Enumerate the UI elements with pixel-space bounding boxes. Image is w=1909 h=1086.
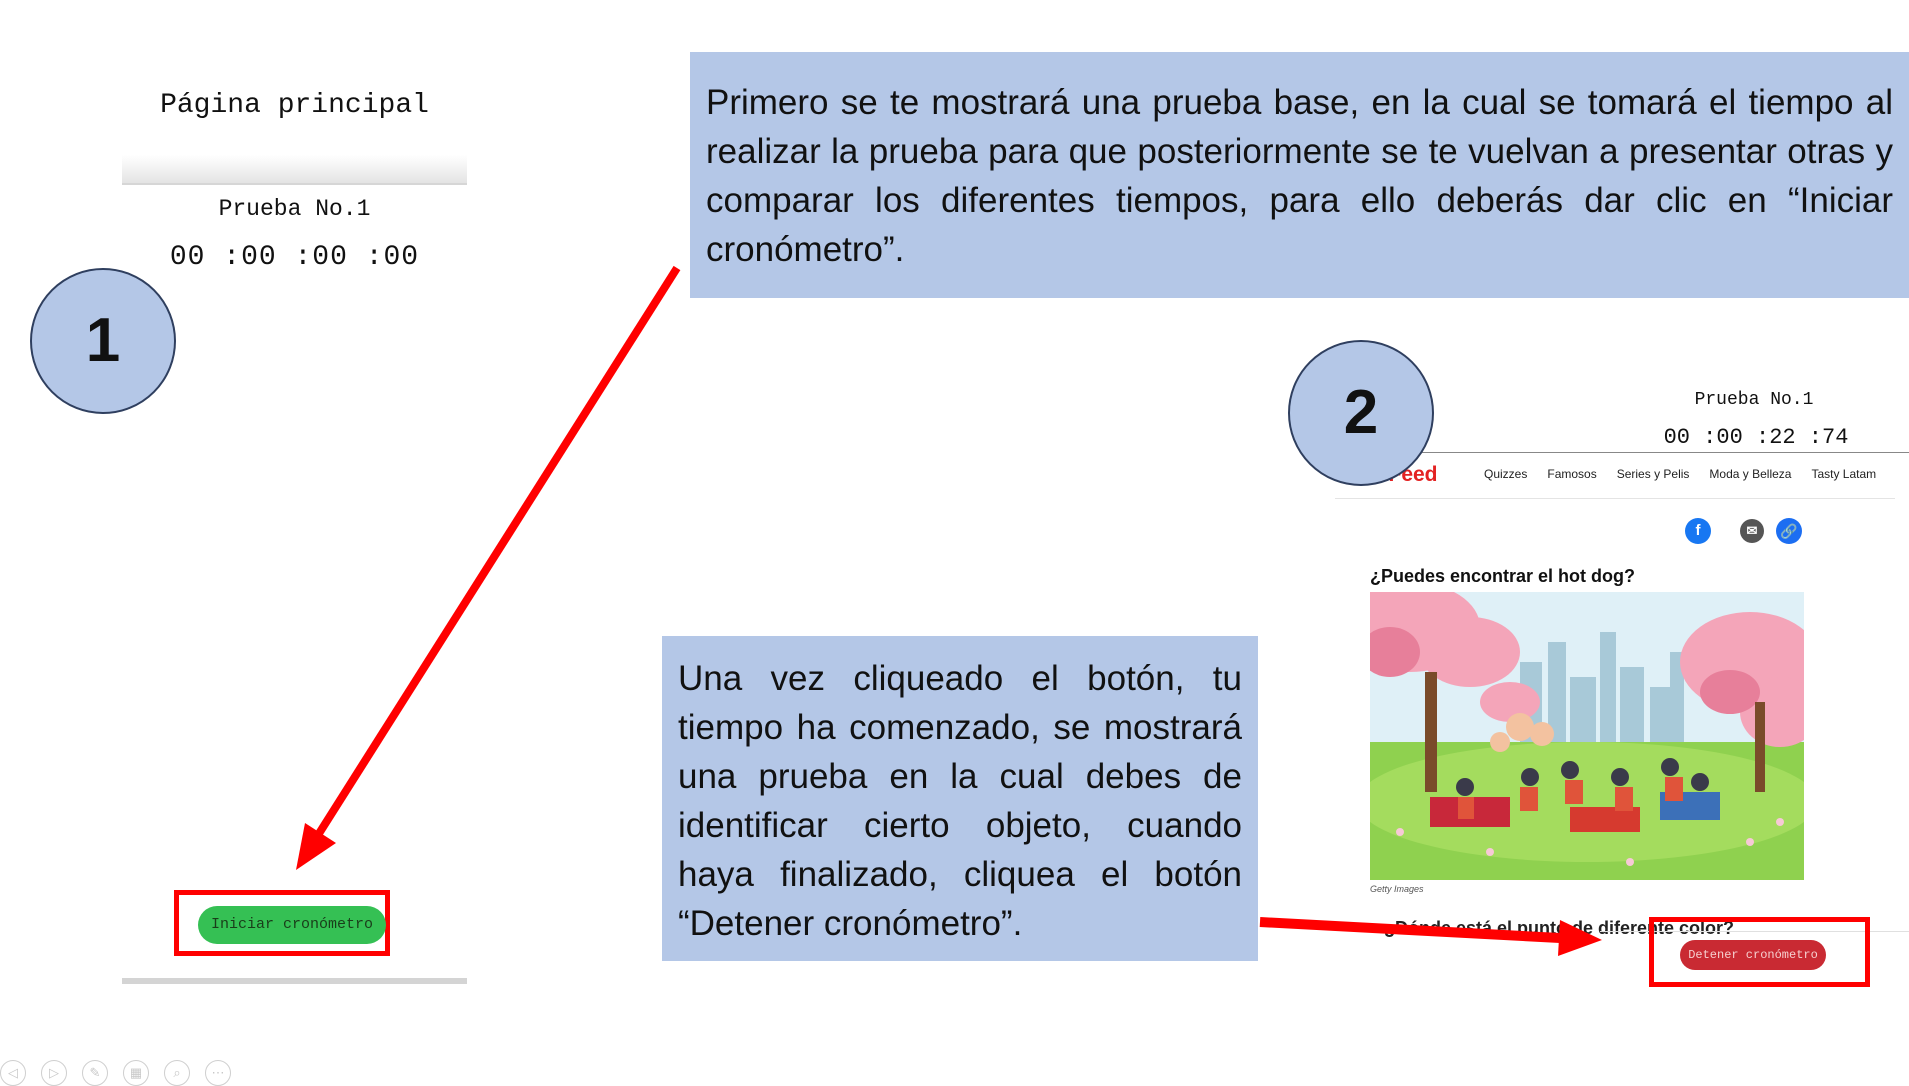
annotation-arrows	[296, 265, 1602, 956]
next-icon[interactable]: ▷	[41, 1060, 67, 1086]
arrow-line-1	[309, 265, 681, 846]
more-icon[interactable]: ⋯	[205, 1060, 231, 1086]
pen-icon[interactable]: ✎	[82, 1060, 108, 1086]
arrow-head-2	[1558, 920, 1602, 956]
arrow-head-1	[296, 823, 336, 870]
slides-icon[interactable]: ▦	[123, 1060, 149, 1086]
slide-toolbar: ◁ ▷ ✎ ▦ ⌕ ⋯	[0, 1060, 246, 1086]
arrow-line-2	[1259, 917, 1561, 943]
previous-icon[interactable]: ◁	[0, 1060, 26, 1086]
zoom-icon[interactable]: ⌕	[164, 1060, 190, 1086]
